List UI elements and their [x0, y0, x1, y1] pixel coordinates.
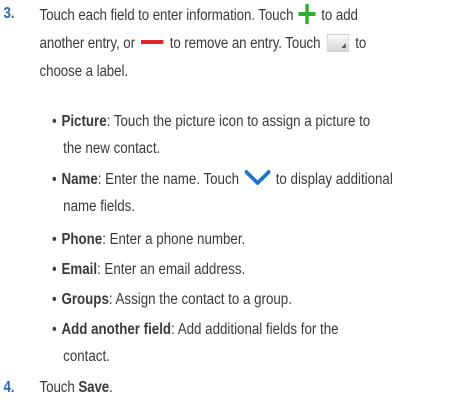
bullet-email: • Email: Enter an email address.: [52, 261, 246, 278]
bullet-term: Add another field: [61, 321, 172, 338]
bullet-term: Groups: [61, 291, 109, 308]
step-number: 4.: [3, 379, 15, 396]
save-term: Save: [78, 379, 110, 396]
step-4-text: Touch Save.: [39, 379, 113, 396]
chevron-down-icon: [244, 170, 271, 185]
bullet-term: Picture: [61, 113, 107, 130]
instruction-document: 3. Touch each field to enter information…: [0, 0, 470, 405]
step-3-text: Touch each field to enter information. T…: [40, 2, 470, 86]
bullet-term: Name: [61, 171, 98, 188]
bullet-term: Email: [61, 261, 98, 278]
label-dropdown-icon: [326, 34, 350, 52]
minus-icon: [141, 40, 164, 44]
plus-icon: [298, 4, 316, 24]
bullet-picture: • Picture: Touch the picture icon to assi…: [52, 113, 371, 157]
step-number: 3.: [3, 5, 15, 22]
bullet-groups: • Groups: Assign the contact to a group.: [52, 291, 292, 308]
bullet-term: Phone: [61, 231, 103, 248]
bullet-add-another-field: • Add another field: Add additional field…: [52, 321, 339, 365]
bullet-name: • Name: Enter the name. Touch to display …: [52, 170, 393, 215]
bullet-phone: • Phone: Enter a phone number.: [52, 231, 246, 248]
